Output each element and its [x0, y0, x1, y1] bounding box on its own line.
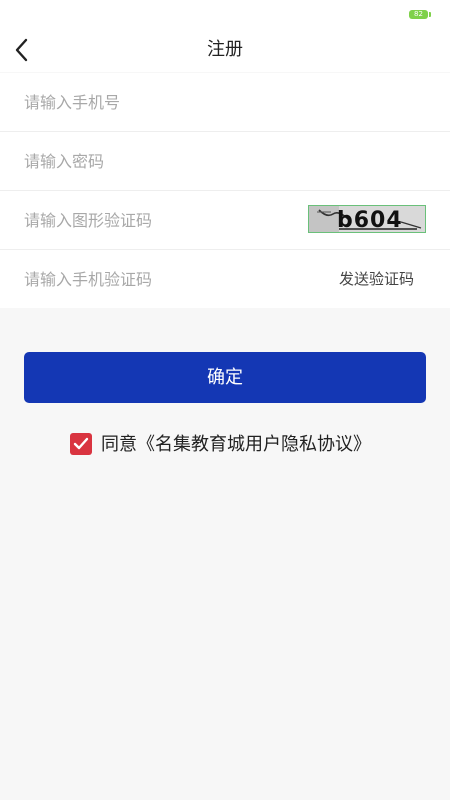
agreement-prefix: 同意 — [101, 434, 137, 455]
header-bar: 注册 — [0, 28, 450, 72]
send-code-button[interactable]: 发送验证码 — [339, 250, 414, 308]
sms-code-input[interactable] — [24, 250, 284, 308]
agreement-text: 同意《名集教育城用户隐私协议》 — [101, 433, 371, 457]
battery-icon: 82 — [409, 10, 431, 19]
battery-level: 82 — [414, 10, 423, 18]
register-form: b604 发送验证码 — [0, 73, 450, 308]
phone-row — [0, 73, 450, 132]
captcha-image[interactable]: b604 — [308, 205, 426, 233]
agree-checkbox[interactable] — [70, 433, 92, 455]
captcha-input[interactable] — [24, 191, 284, 249]
checkmark-icon — [73, 437, 89, 450]
password-input[interactable] — [24, 132, 284, 190]
privacy-policy-link[interactable]: 《名集教育城用户隐私协议》 — [137, 434, 371, 455]
page-title: 注册 — [207, 39, 243, 60]
confirm-button[interactable]: 确定 — [24, 352, 426, 403]
captcha-row: b604 — [0, 191, 450, 250]
sms-code-row: 发送验证码 — [0, 250, 450, 308]
status-bar: 82 — [0, 0, 450, 28]
password-row — [0, 132, 450, 191]
phone-input[interactable] — [24, 73, 284, 131]
